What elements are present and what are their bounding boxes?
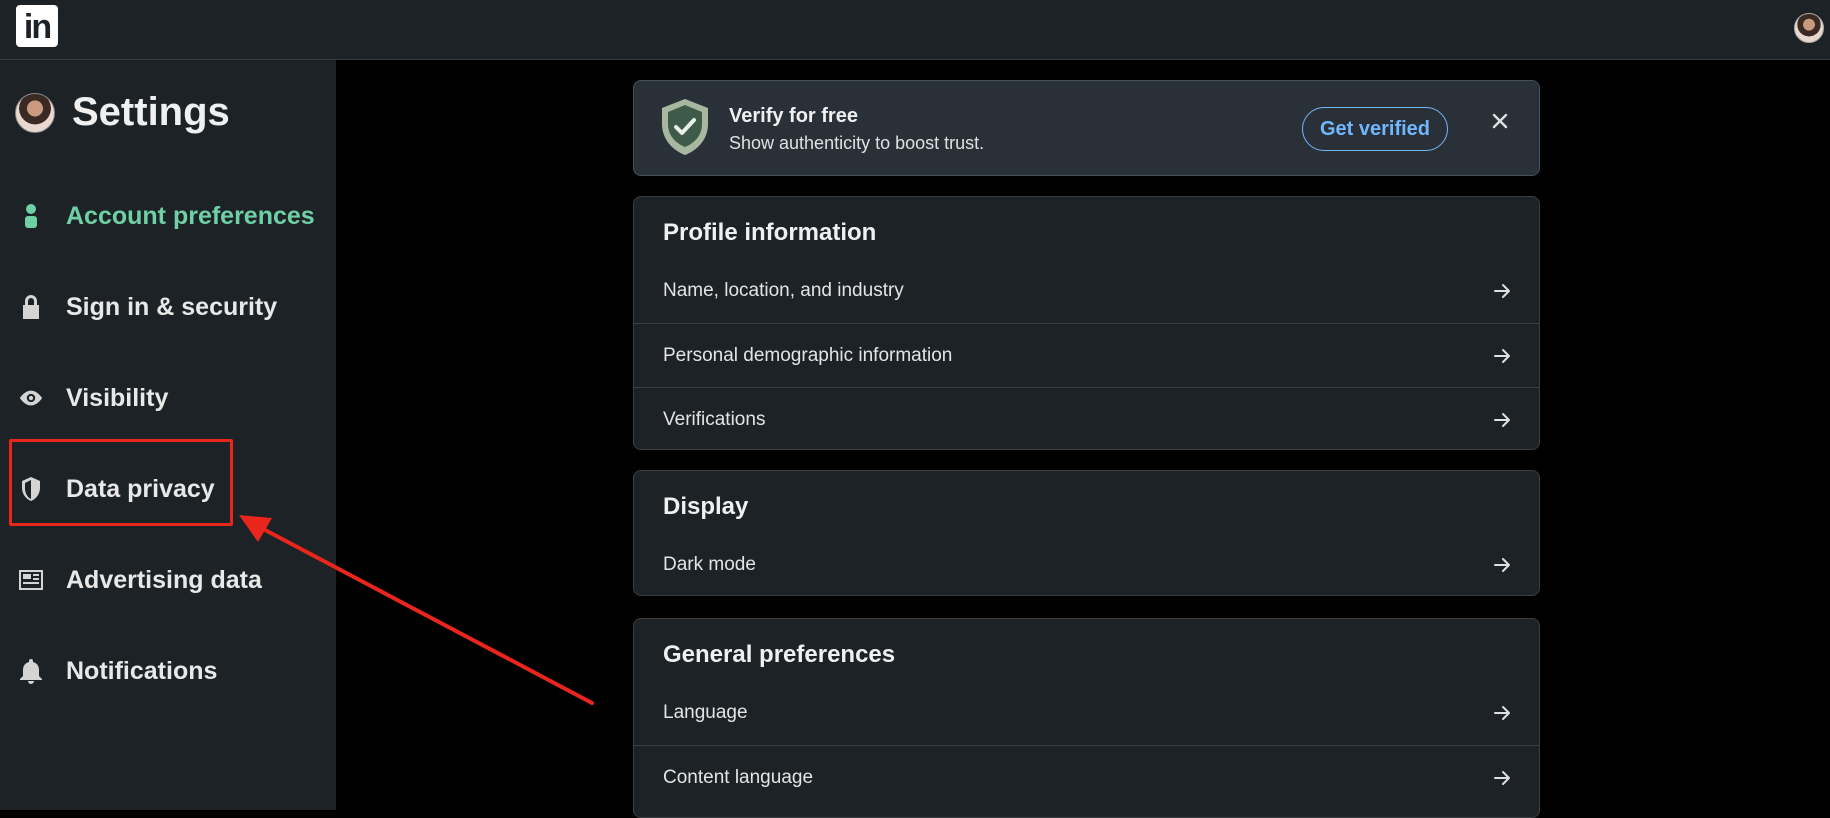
row-label: Language bbox=[663, 702, 748, 723]
settings-sidebar: Settings Account preferences Sign in & s… bbox=[0, 60, 336, 810]
sidebar-item-notifications[interactable]: Notifications bbox=[18, 651, 217, 691]
list-item[interactable]: Personal demographic information bbox=[634, 323, 1539, 387]
sidebar-item-visibility[interactable]: Visibility bbox=[18, 378, 168, 418]
annotation-highlight-box bbox=[9, 439, 233, 526]
arrow-right-icon bbox=[1494, 284, 1510, 298]
sidebar-avatar bbox=[15, 92, 55, 133]
section-title: General preferences bbox=[663, 641, 896, 668]
verify-subtitle: Show authenticity to boost trust. bbox=[729, 133, 985, 153]
arrow-right-icon bbox=[1494, 349, 1510, 363]
top-navigation-bar: in bbox=[0, 0, 1830, 60]
sidebar-item-advertising-data[interactable]: Advertising data bbox=[18, 560, 262, 600]
sidebar-item-label: Notifications bbox=[66, 656, 218, 685]
person-icon bbox=[18, 203, 44, 229]
close-icon[interactable] bbox=[1486, 107, 1514, 135]
verified-shield-icon bbox=[662, 99, 708, 155]
verify-title: Verify for free bbox=[729, 105, 858, 127]
arrow-right-icon bbox=[1494, 771, 1510, 785]
row-label: Verifications bbox=[663, 408, 766, 430]
linkedin-logo-icon[interactable]: in bbox=[16, 5, 58, 47]
verify-banner: Verify for free Show authenticity to boo… bbox=[633, 80, 1540, 176]
list-item[interactable]: Language bbox=[634, 681, 1539, 745]
row-label: Content language bbox=[663, 766, 814, 788]
list-item[interactable]: Name, location, and industry bbox=[634, 259, 1539, 323]
get-verified-button[interactable]: Get verified bbox=[1302, 107, 1448, 151]
list-item[interactable]: Verifications bbox=[634, 387, 1539, 451]
bell-icon bbox=[18, 658, 44, 684]
general-preferences-card: General preferences Language Content lan… bbox=[633, 618, 1540, 818]
sidebar-item-label: Visibility bbox=[66, 383, 169, 412]
newspaper-icon bbox=[18, 567, 44, 593]
sidebar-item-label: Advertising data bbox=[66, 565, 262, 594]
lock-icon bbox=[18, 294, 44, 320]
settings-header: Settings bbox=[15, 90, 230, 135]
page-title: Settings bbox=[72, 90, 230, 134]
arrow-right-icon bbox=[1494, 706, 1510, 720]
row-label: Dark mode bbox=[663, 554, 756, 575]
list-item[interactable]: Content language bbox=[634, 745, 1539, 809]
section-title: Display bbox=[663, 493, 749, 520]
row-label: Name, location, and industry bbox=[663, 280, 904, 301]
sidebar-item-account-preferences[interactable]: Account preferences bbox=[18, 196, 315, 236]
list-item[interactable]: Dark mode bbox=[634, 533, 1539, 597]
eye-icon bbox=[18, 385, 44, 411]
arrow-right-icon bbox=[1494, 413, 1510, 427]
profile-information-card: Profile information Name, location, and … bbox=[633, 196, 1540, 450]
display-card: Display Dark mode bbox=[633, 470, 1540, 596]
section-title: Profile information bbox=[663, 219, 877, 246]
sidebar-item-sign-in-security[interactable]: Sign in & security bbox=[18, 287, 277, 327]
arrow-right-icon bbox=[1494, 558, 1510, 572]
sidebar-item-label: Sign in & security bbox=[66, 292, 278, 321]
sidebar-item-label: Account preferences bbox=[66, 201, 315, 230]
row-label: Personal demographic information bbox=[663, 344, 953, 366]
profile-avatar[interactable] bbox=[1794, 13, 1824, 43]
